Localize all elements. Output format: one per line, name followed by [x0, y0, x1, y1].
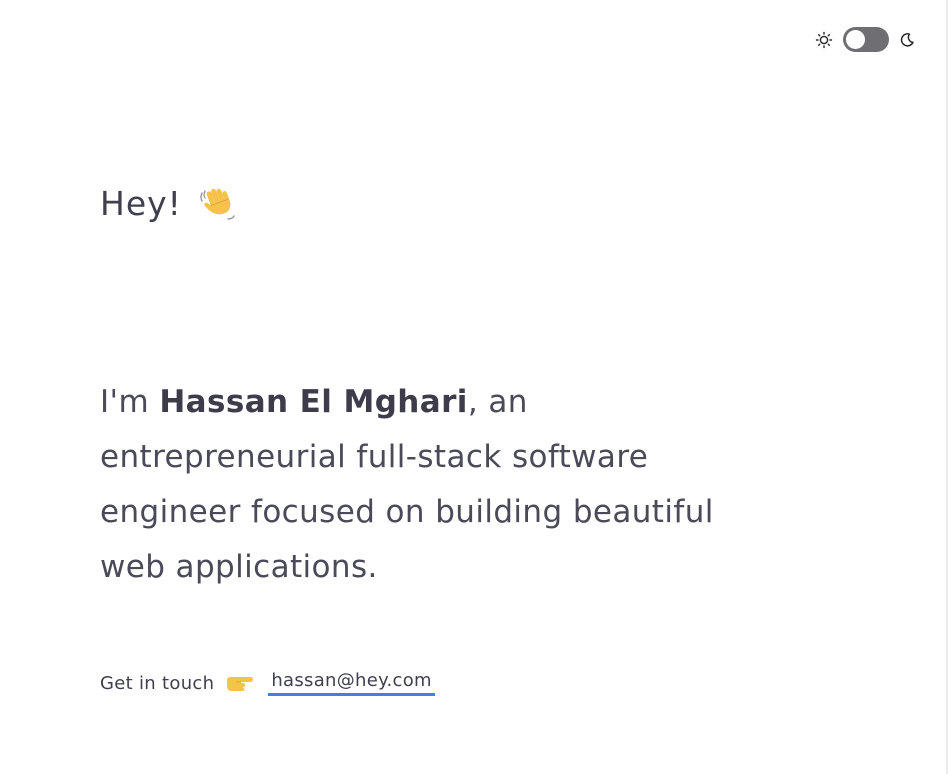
theme-switch[interactable] [843, 27, 889, 52]
intro-paragraph: I'm Hassan El Mghari, an entrepreneurial… [100, 375, 780, 595]
moon-icon [899, 32, 915, 48]
greeting: Hey! [100, 183, 238, 223]
switch-knob [846, 30, 865, 49]
intro-prefix: I'm [100, 384, 160, 420]
email-link[interactable]: hassan@hey.com [268, 670, 435, 696]
author-name: Hassan El Mghari [159, 384, 468, 420]
contact-label: Get in touch [100, 672, 215, 694]
waving-hand-icon [198, 183, 238, 223]
pointing-hand-icon [224, 671, 256, 695]
greeting-text: Hey! [100, 183, 182, 223]
theme-toggle[interactable] [815, 27, 915, 52]
sun-icon [815, 31, 833, 49]
contact-row: Get in touch hassan@hey.com [100, 670, 435, 696]
page: Hey! I'm Hassan El Mghari, an entreprene… [0, 0, 948, 774]
